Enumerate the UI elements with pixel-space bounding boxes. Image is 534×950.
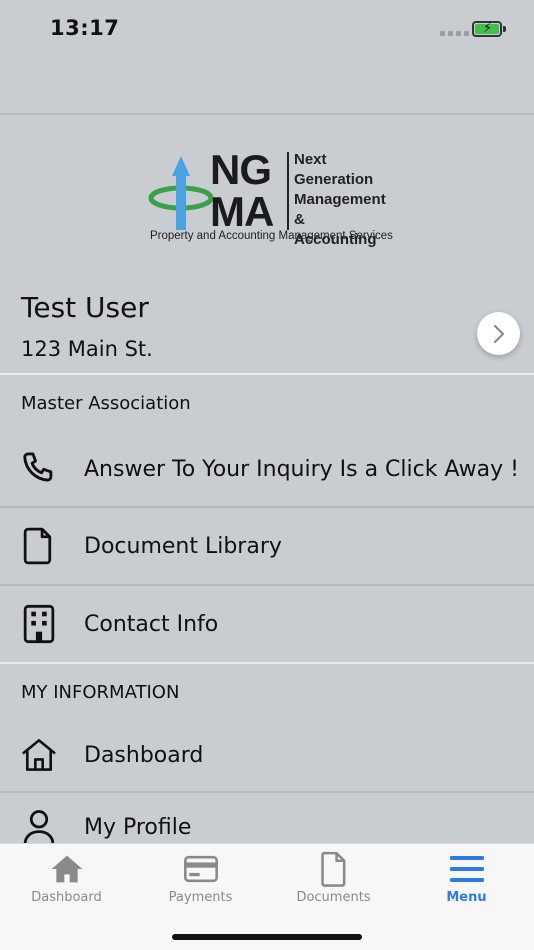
tab-label-dashboard: Dashboard bbox=[31, 890, 102, 905]
home-indicator[interactable] bbox=[172, 934, 362, 940]
menu-item-contact-info[interactable]: Contact Info bbox=[0, 585, 534, 663]
tab-payments[interactable]: Payments bbox=[134, 844, 267, 914]
credit-card-icon bbox=[183, 852, 218, 886]
home-icon bbox=[49, 852, 85, 886]
company-logo: NG MA Next Generation Management & Accou… bbox=[148, 146, 393, 248]
tab-label-documents: Documents bbox=[296, 890, 371, 905]
user-details-button[interactable] bbox=[477, 312, 520, 355]
tab-documents[interactable]: Documents bbox=[267, 844, 400, 914]
status-time: 13:17 bbox=[50, 16, 120, 40]
menu-item-dashboard[interactable]: Dashboard bbox=[0, 716, 534, 794]
logo-letters-bottom: MA bbox=[210, 188, 274, 235]
user-icon bbox=[20, 808, 58, 846]
menu-label-inquiry: Answer To Your Inquiry Is a Click Away ! bbox=[84, 456, 519, 482]
phone-icon bbox=[20, 450, 58, 488]
tab-dashboard[interactable]: Dashboard bbox=[0, 844, 133, 914]
section-header-my-information: MY INFORMATION bbox=[21, 682, 180, 703]
menu-item-inquiry[interactable]: Answer To Your Inquiry Is a Click Away ! bbox=[0, 430, 534, 508]
tab-label-menu: Menu bbox=[446, 890, 487, 905]
logo-letters-top: NG bbox=[210, 146, 272, 193]
logo-arrow-icon bbox=[148, 156, 214, 230]
tab-menu[interactable]: Menu bbox=[400, 844, 533, 914]
building-icon bbox=[20, 604, 58, 644]
signal-icon bbox=[440, 31, 469, 36]
chevron-right-icon bbox=[493, 324, 504, 343]
status-bar: 13:17 ⚡ bbox=[0, 0, 534, 60]
menu-label-contact-info: Contact Info bbox=[84, 611, 219, 637]
header-divider bbox=[0, 113, 534, 115]
document-icon bbox=[20, 527, 58, 565]
user-address: 123 Main St. bbox=[21, 337, 153, 361]
section-header-association: Master Association bbox=[21, 393, 191, 414]
document-icon bbox=[320, 851, 348, 887]
home-icon bbox=[20, 736, 58, 774]
menu-icon bbox=[449, 852, 485, 886]
logo-tagline: Property and Accounting Management Servi… bbox=[150, 230, 393, 242]
section-divider bbox=[0, 373, 534, 375]
menu-label-my-profile: My Profile bbox=[84, 814, 192, 840]
menu-label-document-library: Document Library bbox=[84, 533, 282, 559]
menu-label-dashboard: Dashboard bbox=[84, 742, 204, 768]
user-name: Test User bbox=[21, 291, 149, 324]
battery-icon: ⚡ bbox=[472, 21, 502, 37]
menu-item-document-library[interactable]: Document Library bbox=[0, 507, 534, 585]
tab-label-payments: Payments bbox=[168, 890, 233, 905]
